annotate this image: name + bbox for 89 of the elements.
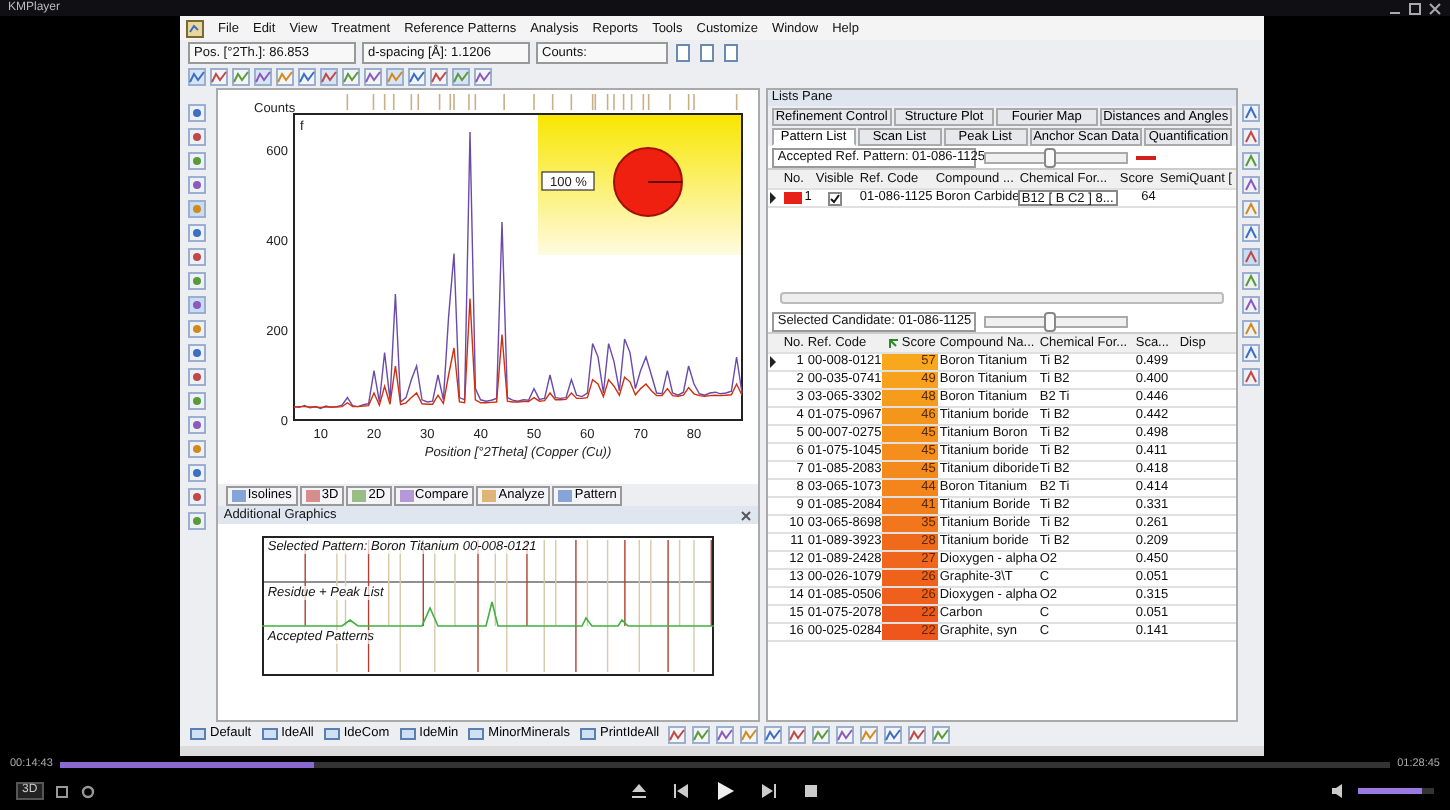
graph-icon[interactable] [452,67,470,85]
app-icon [186,19,204,37]
tool-icon[interactable] [1242,200,1261,218]
graph-icon[interactable] [430,67,448,85]
eject-icon[interactable] [630,782,648,800]
tool-icon[interactable] [188,200,207,218]
graph-icon[interactable] [386,67,404,85]
previous-icon[interactable] [672,782,690,800]
graph-icon[interactable] [474,67,492,85]
seek-bar[interactable] [60,761,1390,767]
tool-icon[interactable] [1242,248,1261,266]
graph-icon[interactable] [342,67,360,85]
stop-icon[interactable] [802,782,820,800]
graph-icon[interactable] [931,725,950,743]
graph-icon[interactable] [232,67,250,85]
maximize-icon[interactable] [1408,1,1422,15]
graph-icon[interactable] [254,67,272,85]
tool-icon[interactable] [1242,104,1261,122]
graph-icon[interactable] [210,67,228,85]
graph-icon[interactable] [667,725,686,743]
tool-icon[interactable] [188,152,207,170]
graph-icon[interactable] [811,725,830,743]
tool-icon[interactable] [188,128,207,146]
row-pointer-icon [767,356,782,368]
graph-icon[interactable] [320,67,338,85]
tool-icon[interactable] [188,392,207,410]
tool-icon[interactable] [1242,320,1261,338]
next-icon[interactable] [760,782,778,800]
tool-icon[interactable] [1242,152,1261,170]
tool-icon[interactable] [188,248,207,266]
tool-icon[interactable] [1242,344,1261,362]
play-icon[interactable] [714,780,736,802]
square-icon [482,489,497,501]
square-icon [305,489,320,501]
tool-icon[interactable] [1242,296,1261,314]
graph-icon[interactable] [787,725,806,743]
graph-icon[interactable] [739,725,758,743]
window-icon [468,728,485,740]
tool-icon[interactable] [188,176,207,194]
speaker-icon[interactable] [1330,782,1348,800]
square-icon [558,489,573,501]
graph-icon[interactable] [907,725,926,743]
graph-icon[interactable] [408,67,426,85]
tool-icon[interactable] [188,368,207,386]
tool-icon[interactable] [188,440,207,458]
graph-icon[interactable] [188,67,206,85]
close-icon[interactable] [1428,1,1442,15]
square-icon [399,489,414,501]
graph-icon[interactable] [364,67,382,85]
tool-icon[interactable] [188,272,207,290]
graph-icon[interactable] [883,725,902,743]
checkbox[interactable] [828,191,843,205]
tool-icon[interactable] [188,320,207,338]
window-icon [323,728,340,740]
slider-thumb[interactable] [1044,147,1057,167]
tool-icon[interactable] [188,296,207,314]
graph-icon[interactable] [715,725,734,743]
tool-icon[interactable] [1242,128,1261,146]
square-icon [231,489,246,501]
window-icon [399,728,416,740]
graph-icon[interactable] [835,725,854,743]
tool-icon[interactable] [188,104,207,122]
tool-icon[interactable] [1242,176,1261,194]
scrollbar[interactable] [779,292,1225,304]
graph-icon[interactable] [298,67,316,85]
square-icon [352,489,367,501]
sort-icon [887,337,900,349]
tool-icon[interactable] [1242,368,1261,386]
tool-icon[interactable] [188,464,207,482]
graph-icon[interactable] [763,725,782,743]
tool-icon[interactable] [1242,272,1261,290]
tool-icon[interactable] [188,344,207,362]
graph-icon[interactable] [691,725,710,743]
close-icon[interactable] [739,509,752,521]
pie-chart [612,147,683,217]
row-pointer-icon [767,192,782,204]
tool-icon[interactable] [188,416,207,434]
tool-icon[interactable] [1242,224,1261,242]
window-icon [261,728,278,740]
volume-slider[interactable] [1358,788,1434,794]
percent-label-box [541,171,595,191]
window-icon [579,728,596,740]
window-icon [190,728,206,740]
slider-thumb[interactable] [1044,311,1057,331]
graph-icon[interactable] [859,725,878,743]
tool-icon[interactable] [188,488,207,506]
graph-icon[interactable] [276,67,294,85]
tool-icon[interactable] [188,512,207,530]
tool-icon[interactable] [188,224,207,242]
